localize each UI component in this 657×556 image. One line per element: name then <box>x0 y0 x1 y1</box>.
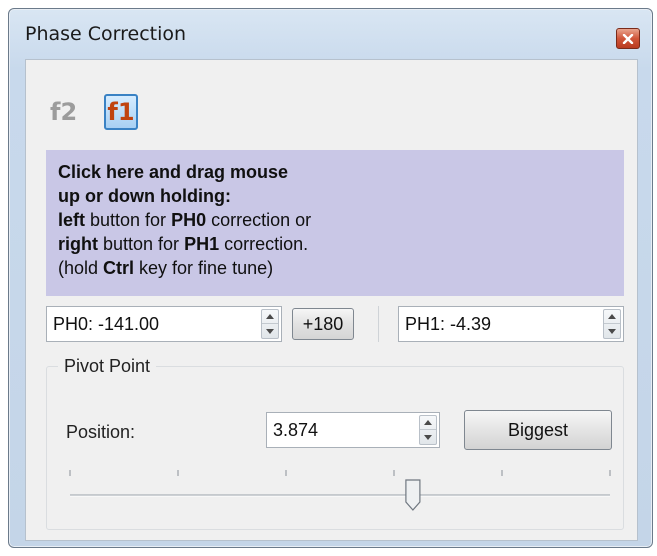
plus-180-button[interactable]: +180 <box>292 308 354 340</box>
title-bar[interactable]: Phase Correction <box>9 9 652 59</box>
phase-correction-window: Phase Correction f2 f1 Click here and dr… <box>8 8 653 548</box>
pivot-point-title: Pivot Point <box>58 356 157 377</box>
drag-phase-area[interactable]: Click here and drag mouse up or down hol… <box>46 150 624 296</box>
ph1-spin-arrows[interactable] <box>603 309 621 339</box>
close-button[interactable] <box>616 28 640 49</box>
instruction-line-2: up or down holding: <box>58 186 231 206</box>
ph0-value[interactable]: PH0: -141.00 <box>53 307 159 341</box>
dialog-body: f2 f1 Click here and drag mouse up or do… <box>25 59 638 541</box>
spin-up-icon[interactable] <box>604 310 620 324</box>
instruction-right: right <box>58 234 98 254</box>
instruction-ph0: PH0 <box>171 210 207 230</box>
spin-down-icon[interactable] <box>604 324 620 338</box>
spin-down-icon[interactable] <box>262 324 278 338</box>
instruction-text: key for fine tune) <box>134 258 274 278</box>
ph1-value[interactable]: PH1: -4.39 <box>405 307 491 341</box>
instruction-ph1: PH1 <box>184 234 220 254</box>
f1-button[interactable]: f1 <box>104 94 138 130</box>
f2-button[interactable]: f2 <box>50 94 77 130</box>
instruction-text: button for <box>98 234 185 254</box>
position-value[interactable]: 3.874 <box>273 413 318 447</box>
position-spinbox[interactable]: 3.874 <box>266 412 440 448</box>
spin-up-icon[interactable] <box>420 416 436 430</box>
instruction-text: (hold <box>58 258 104 278</box>
ph0-spin-arrows[interactable] <box>261 309 279 339</box>
close-icon <box>622 33 634 44</box>
instruction-ctrl: Ctrl <box>103 258 135 278</box>
separator <box>378 306 379 342</box>
window-title: Phase Correction <box>25 23 187 45</box>
instruction-left: left <box>58 210 85 230</box>
ph1-spinbox[interactable]: PH1: -4.39 <box>398 306 624 342</box>
biggest-button[interactable]: Biggest <box>464 410 612 450</box>
position-spin-arrows[interactable] <box>419 415 437 445</box>
pivot-slider[interactable] <box>66 462 614 522</box>
spin-down-icon[interactable] <box>420 430 436 444</box>
instruction-text: correction. <box>219 234 309 254</box>
instruction-text: correction or <box>206 210 312 230</box>
instruction-line-1: Click here and drag mouse <box>58 162 289 182</box>
instruction-text: button for <box>85 210 172 230</box>
position-label: Position: <box>66 422 136 442</box>
slider-thumb[interactable] <box>405 479 421 511</box>
ph0-spinbox[interactable]: PH0: -141.00 <box>46 306 282 342</box>
spin-up-icon[interactable] <box>262 310 278 324</box>
